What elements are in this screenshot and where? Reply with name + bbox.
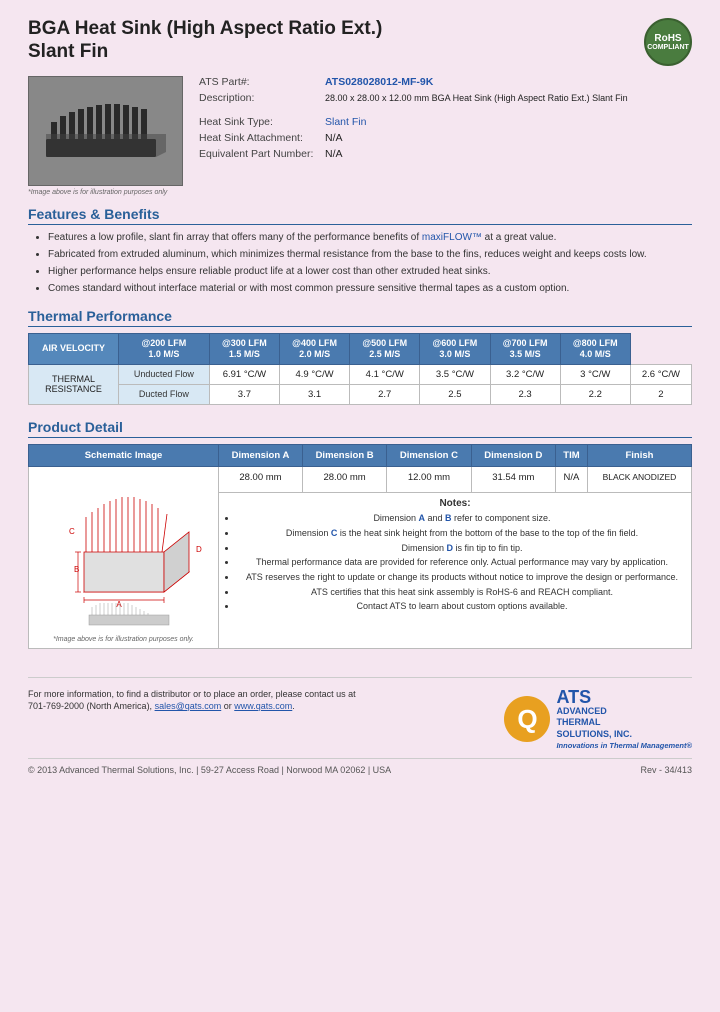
email-link[interactable]: sales@qats.com — [155, 701, 222, 711]
attachment-row: Heat Sink Attachment: N/A — [199, 132, 692, 144]
svg-text:B: B — [74, 565, 79, 574]
thermal-table: AIR VELOCITY @200 LFM1.0 M/S @300 LFM1.5… — [28, 333, 692, 405]
dim-d-value: 31.54 mm — [471, 466, 555, 493]
thermal-title: Thermal Performance — [28, 308, 692, 327]
product-image-block: *Image above is for illustration purpose… — [28, 76, 183, 196]
list-item: ATS reserves the right to update or chan… — [237, 572, 687, 584]
finish-header: Finish — [587, 444, 691, 466]
product-detail-section: Product Detail Schematic Image Dimension… — [28, 419, 692, 649]
thermal-resistance-label: THERMAL RESISTANCE — [29, 364, 119, 404]
list-item: Dimension A and B refer to component siz… — [237, 513, 687, 525]
schematic-caption: *Image above is for illustration purpose… — [33, 636, 214, 643]
dim-b-value: 28.00 mm — [302, 466, 386, 493]
svg-text:D: D — [196, 545, 202, 554]
col-header-500: @500 LFM2.5 M/S — [350, 334, 420, 365]
unducted-label: Unducted Flow — [119, 364, 210, 384]
title-block: BGA Heat Sink (High Aspect Ratio Ext.) S… — [28, 18, 382, 64]
list-item: Features a low profile, slant fin array … — [48, 231, 692, 245]
dim-a-header: Dimension A — [219, 444, 303, 466]
finish-value: BLACK ANODIZED — [587, 466, 691, 493]
ats-logo: Q ATS ADVANCEDTHERMALSOLUTIONS, INC. Inn… — [504, 688, 692, 751]
col-header-600: @600 LFM3.0 M/S — [420, 334, 490, 365]
product-detail-title: Product Detail — [28, 419, 692, 438]
image-caption: *Image above is for illustration purpose… — [28, 189, 183, 196]
ats-q-icon: Q — [504, 696, 550, 742]
dim-c-value: 12.00 mm — [387, 466, 471, 493]
schematic-placeholder: A B C D — [33, 472, 214, 632]
cell: 3.7 — [209, 384, 279, 404]
cell: 2.7 — [350, 384, 420, 404]
list-item: Comes standard without interface materia… — [48, 282, 692, 296]
tim-header: TIM — [556, 444, 588, 466]
dim-a-value: 28.00 mm — [219, 466, 303, 493]
cell: 3.5 °C/W — [420, 364, 490, 384]
footer-section: For more information, to find a distribu… — [28, 677, 692, 751]
col-header-700: @700 LFM3.5 M/S — [490, 334, 560, 365]
cell: 3 °C/W — [560, 364, 630, 384]
footer-copyright: © 2013 Advanced Thermal Solutions, Inc. … — [28, 758, 692, 775]
notes-title: Notes: — [223, 498, 687, 509]
cell: 2 — [630, 384, 691, 404]
notes-list: Dimension A and B refer to component siz… — [223, 513, 687, 613]
schematic-image-cell: A B C D — [29, 466, 219, 648]
cell: 3.1 — [279, 384, 349, 404]
tim-value: N/A — [556, 466, 588, 493]
page-number: Rev - 34/413 — [640, 765, 692, 775]
list-item: Thermal performance data are provided fo… — [237, 557, 687, 569]
list-item: Dimension D is fin tip to fin tip. — [237, 543, 687, 555]
table-row: THERMAL RESISTANCE Unducted Flow 6.91 °C… — [29, 364, 692, 384]
list-item: ATS certifies that this heat sink assemb… — [237, 587, 687, 599]
dim-c-header: Dimension C — [387, 444, 471, 466]
product-title: BGA Heat Sink (High Aspect Ratio Ext.) S… — [28, 18, 382, 64]
cell: 4.9 °C/W — [279, 364, 349, 384]
product-image — [28, 76, 183, 186]
table-row: A B C D — [29, 466, 692, 493]
ducted-label: Ducted Flow — [119, 384, 210, 404]
table-row: Ducted Flow 3.7 3.1 2.7 2.5 2.3 2.2 2 — [29, 384, 692, 404]
dim-d-header: Dimension D — [471, 444, 555, 466]
col-header-300: @300 LFM1.5 M/S — [209, 334, 279, 365]
list-item: Contact ATS to learn about custom option… — [237, 601, 687, 613]
features-section: Features & Benefits Features a low profi… — [28, 206, 692, 296]
svg-text:C: C — [69, 527, 75, 536]
footer-contact: For more information, to find a distribu… — [28, 688, 356, 713]
page-header: BGA Heat Sink (High Aspect Ratio Ext.) S… — [28, 18, 692, 66]
notes-cell: Notes: Dimension A and B refer to compon… — [219, 493, 692, 648]
equiv-row: Equivalent Part Number: N/A — [199, 148, 692, 160]
list-item: Fabricated from extruded aluminum, which… — [48, 248, 692, 262]
rohs-badge: RoHS COMPLIANT — [644, 18, 692, 66]
cell: 2.5 — [420, 384, 490, 404]
product-info-section: *Image above is for illustration purpose… — [28, 76, 692, 196]
svg-text:A: A — [116, 600, 122, 609]
cell: 2.2 — [560, 384, 630, 404]
schematic-header: Schematic Image — [29, 444, 219, 466]
product-details: ATS Part#: ATS028028012-MF-9K Descriptio… — [199, 76, 692, 196]
col-header-200: @200 LFM1.0 M/S — [119, 334, 210, 365]
website-link[interactable]: www.qats.com — [234, 701, 292, 711]
copyright-text: © 2013 Advanced Thermal Solutions, Inc. … — [28, 765, 391, 775]
footer-area: For more information, to find a distribu… — [28, 677, 692, 776]
col-header-400: @400 LFM2.0 M/S — [279, 334, 349, 365]
cell: 2.3 — [490, 384, 560, 404]
list-item: Dimension C is the heat sink height from… — [237, 528, 687, 540]
features-title: Features & Benefits — [28, 206, 692, 225]
type-row: Heat Sink Type: Slant Fin — [199, 116, 692, 128]
description-row: Description: 28.00 x 28.00 x 12.00 mm BG… — [199, 92, 692, 104]
dim-b-header: Dimension B — [302, 444, 386, 466]
cell: 4.1 °C/W — [350, 364, 420, 384]
detail-table: Schematic Image Dimension A Dimension B … — [28, 444, 692, 649]
thermal-section: Thermal Performance AIR VELOCITY @200 LF… — [28, 308, 692, 405]
cell: 2.6 °C/W — [630, 364, 691, 384]
cell: 3.2 °C/W — [490, 364, 560, 384]
part-number-row: ATS Part#: ATS028028012-MF-9K — [199, 76, 692, 88]
list-item: Higher performance helps ensure reliable… — [48, 265, 692, 279]
air-velocity-header: AIR VELOCITY — [29, 334, 119, 365]
cell: 6.91 °C/W — [209, 364, 279, 384]
features-list: Features a low profile, slant fin array … — [28, 231, 692, 296]
ats-name-block: ATS ADVANCEDTHERMALSOLUTIONS, INC. Innov… — [556, 688, 692, 751]
col-header-800: @800 LFM4.0 M/S — [560, 334, 630, 365]
